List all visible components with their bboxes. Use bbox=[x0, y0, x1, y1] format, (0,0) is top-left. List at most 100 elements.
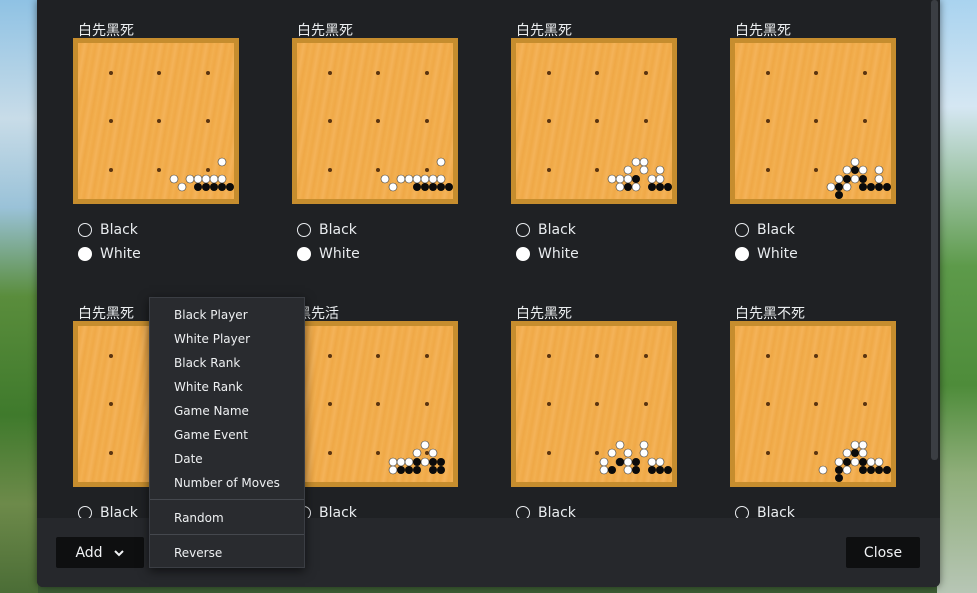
board-stones bbox=[328, 354, 445, 475]
scrollbar[interactable] bbox=[931, 0, 938, 460]
go-board[interactable] bbox=[292, 321, 458, 487]
radio-white[interactable]: White bbox=[735, 244, 798, 264]
white-stone bbox=[599, 457, 609, 467]
black-stone bbox=[397, 466, 405, 474]
white-stone bbox=[858, 448, 868, 458]
white-stone bbox=[623, 165, 633, 175]
white-stone bbox=[623, 174, 633, 184]
star-point bbox=[109, 71, 113, 75]
star-point bbox=[328, 168, 332, 172]
white-stone bbox=[615, 440, 625, 450]
white-stone bbox=[639, 165, 649, 175]
menu-item[interactable]: White Player bbox=[174, 332, 250, 346]
star-point bbox=[547, 354, 551, 358]
menu-item[interactable]: White Rank bbox=[174, 380, 243, 394]
problem-card[interactable]: 白先黑死 Black White bbox=[730, 20, 900, 280]
radio-button[interactable] bbox=[516, 247, 530, 261]
menu-item[interactable]: Number of Moves bbox=[174, 476, 280, 490]
radio-black[interactable]: Black bbox=[78, 220, 138, 240]
radio-button[interactable] bbox=[516, 223, 530, 237]
star-point bbox=[766, 451, 770, 455]
white-stone bbox=[639, 448, 649, 458]
radio-button[interactable] bbox=[78, 223, 92, 237]
star-point bbox=[109, 119, 113, 123]
star-point bbox=[109, 354, 113, 358]
star-point bbox=[109, 451, 113, 455]
problem-card[interactable]: 白先黑死 Black White bbox=[511, 20, 681, 280]
go-board[interactable] bbox=[292, 38, 458, 204]
star-point bbox=[644, 402, 648, 406]
add-button-label: Add bbox=[75, 544, 103, 561]
problem-card[interactable]: 白先黑死 Black White bbox=[73, 20, 243, 280]
problem-title: 白先黑死 bbox=[78, 306, 134, 322]
radio-button[interactable] bbox=[78, 247, 92, 261]
add-button[interactable]: Add bbox=[56, 537, 144, 568]
menu-item-random[interactable]: Random bbox=[174, 511, 224, 525]
white-stone bbox=[177, 182, 187, 192]
radio-white[interactable]: White bbox=[516, 244, 579, 264]
radio-button[interactable] bbox=[297, 247, 311, 261]
black-stone bbox=[429, 466, 437, 474]
radio-label: Black bbox=[538, 222, 576, 238]
problem-card[interactable]: 白先黑死 Black White bbox=[292, 20, 462, 280]
board-stones bbox=[328, 71, 453, 192]
black-stone bbox=[656, 466, 664, 474]
menu-item[interactable]: Black Rank bbox=[174, 356, 240, 370]
go-board[interactable] bbox=[730, 38, 896, 204]
black-stone bbox=[624, 183, 632, 191]
star-point bbox=[157, 168, 161, 172]
star-point bbox=[328, 451, 332, 455]
star-point bbox=[328, 354, 332, 358]
menu-item[interactable]: Date bbox=[174, 452, 203, 466]
radio-button[interactable] bbox=[735, 223, 749, 237]
white-stone bbox=[193, 174, 203, 184]
white-stone bbox=[842, 448, 852, 458]
menu-item[interactable]: Game Event bbox=[174, 428, 248, 442]
white-stone bbox=[655, 174, 665, 184]
menu-item[interactable]: Black Player bbox=[174, 308, 248, 322]
white-stone bbox=[639, 440, 649, 450]
menu-item[interactable]: Game Name bbox=[174, 404, 249, 418]
menu-item-reverse[interactable]: Reverse bbox=[174, 546, 222, 560]
radio-white[interactable]: White bbox=[78, 244, 141, 264]
black-stone bbox=[859, 183, 867, 191]
go-board[interactable] bbox=[73, 38, 239, 204]
star-point bbox=[109, 402, 113, 406]
radio-black[interactable]: Black bbox=[735, 220, 795, 240]
close-button[interactable]: Close bbox=[846, 537, 920, 568]
black-stone bbox=[875, 183, 883, 191]
star-point bbox=[863, 402, 867, 406]
go-board[interactable] bbox=[511, 321, 677, 487]
white-stone bbox=[428, 448, 438, 458]
radio-black[interactable]: Black bbox=[297, 220, 357, 240]
go-board[interactable] bbox=[730, 321, 896, 487]
star-point bbox=[863, 354, 867, 358]
white-stone bbox=[380, 174, 390, 184]
black-stone bbox=[648, 466, 656, 474]
close-button-label: Close bbox=[863, 544, 903, 561]
white-stone bbox=[428, 174, 438, 184]
white-stone bbox=[412, 448, 422, 458]
radio-button[interactable] bbox=[735, 247, 749, 261]
black-stone bbox=[835, 474, 843, 482]
radio-button[interactable] bbox=[297, 223, 311, 237]
go-board[interactable] bbox=[511, 38, 677, 204]
white-stone bbox=[874, 174, 884, 184]
white-stone bbox=[834, 457, 844, 467]
black-stone bbox=[843, 458, 851, 466]
board-stones bbox=[766, 354, 891, 482]
black-stone bbox=[851, 449, 859, 457]
white-stone bbox=[396, 457, 406, 467]
radio-white[interactable]: White bbox=[297, 244, 360, 264]
star-point bbox=[814, 402, 818, 406]
black-stone bbox=[437, 458, 445, 466]
radio-black[interactable]: Black bbox=[516, 220, 576, 240]
black-stone bbox=[445, 183, 453, 191]
star-point bbox=[595, 71, 599, 75]
white-stone bbox=[631, 182, 641, 192]
radio-label: White bbox=[757, 246, 798, 262]
black-stone bbox=[875, 466, 883, 474]
black-stone bbox=[632, 466, 640, 474]
star-point bbox=[595, 402, 599, 406]
board-surface bbox=[516, 43, 672, 199]
